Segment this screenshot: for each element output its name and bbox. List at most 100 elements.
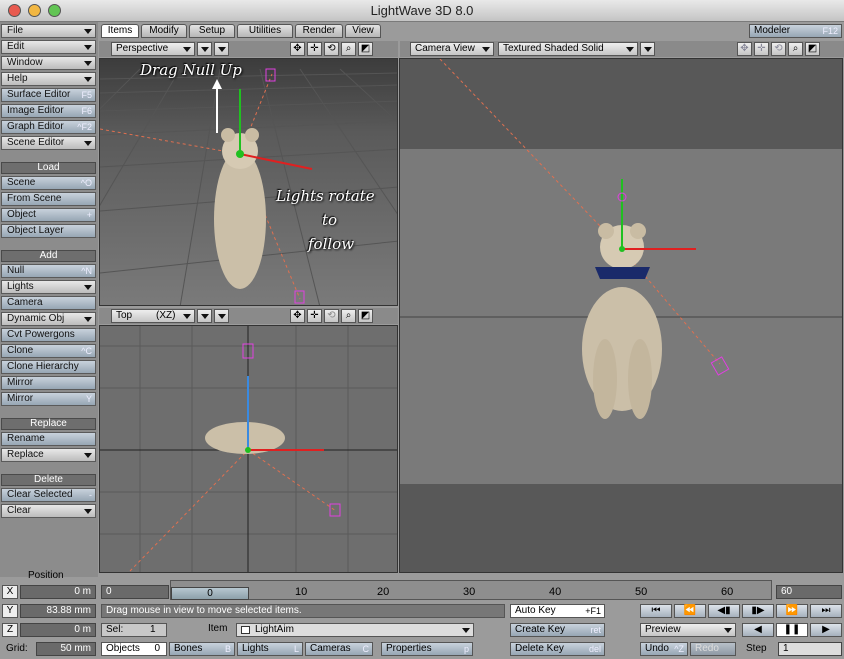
start-frame-field[interactable]: 0 bbox=[101, 585, 169, 599]
edit-menu[interactable]: Edit bbox=[1, 40, 96, 54]
grid-size-field[interactable]: 50 mm bbox=[36, 642, 96, 656]
view-type-select[interactable]: Top (XZ) bbox=[111, 309, 195, 323]
top-viewport[interactable] bbox=[99, 325, 398, 573]
pan-view-icon[interactable]: ✛ bbox=[307, 42, 322, 56]
from-scene-button[interactable]: From Scene bbox=[1, 192, 96, 206]
render-mode-select[interactable]: Textured Shaded Solid bbox=[498, 42, 638, 56]
render-mode-select[interactable] bbox=[197, 309, 212, 323]
current-item-select[interactable]: LightAim bbox=[236, 623, 474, 637]
timeline-track[interactable]: 0 10 20 30 40 50 60 bbox=[170, 580, 772, 600]
redo-button[interactable]: Redo bbox=[690, 642, 736, 656]
surface-editor-button[interactable]: Surface Editor F5 bbox=[1, 88, 96, 102]
clear-selected-button[interactable]: Clear Selected - bbox=[1, 488, 96, 502]
add-null-button[interactable]: Null ^N bbox=[1, 264, 96, 278]
z-position-field[interactable]: 0 m bbox=[20, 623, 96, 637]
step-field[interactable]: 1 bbox=[778, 642, 842, 656]
zoom-view-icon[interactable]: ⌕ bbox=[341, 309, 356, 323]
rotate-view-icon[interactable]: ⟲ bbox=[771, 42, 786, 56]
load-scene-button[interactable]: Scene ^O bbox=[1, 176, 96, 190]
tab-items[interactable]: Items bbox=[101, 24, 139, 38]
cameras-mode-button[interactable]: Cameras C bbox=[305, 642, 373, 656]
light-icon[interactable] bbox=[710, 356, 730, 376]
light-icon[interactable] bbox=[329, 503, 341, 517]
camera-viewport[interactable] bbox=[399, 58, 843, 573]
move-view-icon[interactable]: ✥ bbox=[737, 42, 752, 56]
zoom-icon[interactable] bbox=[48, 4, 61, 17]
light-icon[interactable] bbox=[294, 290, 305, 304]
y-axis-button[interactable]: Y bbox=[2, 604, 18, 618]
tab-render[interactable]: Render bbox=[295, 24, 343, 38]
cvt-powergons-button[interactable]: Cvt Powergons bbox=[1, 328, 96, 342]
play-reverse-icon[interactable]: ◀ bbox=[742, 623, 774, 637]
light-icon[interactable] bbox=[265, 68, 276, 82]
chevron-down-icon bbox=[84, 509, 92, 514]
rotate-view-icon[interactable]: ⟲ bbox=[324, 309, 339, 323]
view-type-select[interactable]: Camera View bbox=[410, 42, 494, 56]
z-axis-button[interactable]: Z bbox=[2, 623, 18, 637]
modeler-button[interactable]: Modeler F12 bbox=[749, 24, 842, 38]
graph-editor-button[interactable]: Graph Editor ^F2 bbox=[1, 120, 96, 134]
scene-editor-button[interactable]: Scene Editor bbox=[1, 136, 96, 150]
window-menu[interactable]: Window bbox=[1, 56, 96, 70]
file-menu[interactable]: File bbox=[1, 24, 96, 38]
create-key-button[interactable]: Create Key ret bbox=[510, 623, 605, 637]
delete-key-button[interactable]: Delete Key del bbox=[510, 642, 605, 656]
replace-menu[interactable]: Replace bbox=[1, 448, 96, 462]
preview-select[interactable]: Preview bbox=[640, 623, 736, 637]
options-select[interactable] bbox=[214, 42, 229, 56]
next-frame-icon[interactable]: ▮▶ bbox=[742, 604, 774, 618]
add-camera-button[interactable]: Camera bbox=[1, 296, 96, 310]
undo-button[interactable]: Undo ^Z bbox=[640, 642, 688, 656]
add-lights-menu[interactable]: Lights bbox=[1, 280, 96, 294]
move-view-icon[interactable]: ✥ bbox=[290, 42, 305, 56]
clone-button[interactable]: Clone ^C bbox=[1, 344, 96, 358]
x-axis-button[interactable]: X bbox=[2, 585, 18, 599]
first-frame-icon[interactable]: ⏮ bbox=[640, 604, 672, 618]
pause-icon[interactable]: ❚❚ bbox=[776, 623, 808, 637]
last-frame-icon[interactable]: ⏭ bbox=[810, 604, 842, 618]
prev-key-icon[interactable]: ⏪ bbox=[674, 604, 706, 618]
objects-mode-button[interactable]: Objects 0 bbox=[101, 642, 167, 656]
clear-menu[interactable]: Clear bbox=[1, 504, 96, 518]
auto-key-button[interactable]: Auto Key +F1 bbox=[510, 604, 605, 618]
mirror-button[interactable]: Mirror bbox=[1, 376, 96, 390]
minimize-icon[interactable] bbox=[28, 4, 41, 17]
options-select[interactable] bbox=[214, 309, 229, 323]
dynamic-obj-menu[interactable]: Dynamic Obj bbox=[1, 312, 96, 326]
help-menu[interactable]: Help bbox=[1, 72, 96, 86]
rotate-view-icon[interactable]: ⟲ bbox=[324, 42, 339, 56]
object-layer-button[interactable]: Object Layer bbox=[1, 224, 96, 238]
end-frame-field[interactable]: 60 bbox=[776, 585, 842, 599]
options-select[interactable] bbox=[640, 42, 655, 56]
maximize-view-icon[interactable]: ◩ bbox=[358, 42, 373, 56]
y-position-field[interactable]: 83.88 mm bbox=[20, 604, 96, 618]
load-object-button[interactable]: Object + bbox=[1, 208, 96, 222]
clone-hierarchy-button[interactable]: Clone Hierarchy bbox=[1, 360, 96, 374]
x-position-field[interactable]: 0 m bbox=[20, 585, 96, 599]
tab-setup[interactable]: Setup bbox=[189, 24, 235, 38]
mirror-y-button[interactable]: Mirror Y bbox=[1, 392, 96, 406]
pan-view-icon[interactable]: ✛ bbox=[307, 309, 322, 323]
image-editor-button[interactable]: Image Editor F6 bbox=[1, 104, 96, 118]
rename-button[interactable]: Rename bbox=[1, 432, 96, 446]
maximize-view-icon[interactable]: ◩ bbox=[358, 309, 373, 323]
bones-mode-button[interactable]: Bones B bbox=[169, 642, 235, 656]
next-key-icon[interactable]: ⏩ bbox=[776, 604, 808, 618]
tab-modify[interactable]: Modify bbox=[141, 24, 187, 38]
properties-button[interactable]: Properties p bbox=[381, 642, 473, 656]
render-mode-select[interactable] bbox=[197, 42, 212, 56]
maximize-view-icon[interactable]: ◩ bbox=[805, 42, 820, 56]
lights-mode-button[interactable]: Lights L bbox=[237, 642, 303, 656]
close-icon[interactable] bbox=[8, 4, 21, 17]
move-view-icon[interactable]: ✥ bbox=[290, 309, 305, 323]
zoom-view-icon[interactable]: ⌕ bbox=[341, 42, 356, 56]
tab-view[interactable]: View bbox=[345, 24, 381, 38]
tab-utilities[interactable]: Utilities bbox=[237, 24, 293, 38]
zoom-view-icon[interactable]: ⌕ bbox=[788, 42, 803, 56]
view-type-select[interactable]: Perspective bbox=[111, 42, 195, 56]
timeline-slider[interactable]: 0 bbox=[171, 587, 249, 600]
play-forward-icon[interactable]: ▶ bbox=[810, 623, 842, 637]
pan-view-icon[interactable]: ✛ bbox=[754, 42, 769, 56]
perspective-viewport[interactable]: Drag Null Up Lights rotate to follow bbox=[99, 58, 398, 306]
prev-frame-icon[interactable]: ◀▮ bbox=[708, 604, 740, 618]
